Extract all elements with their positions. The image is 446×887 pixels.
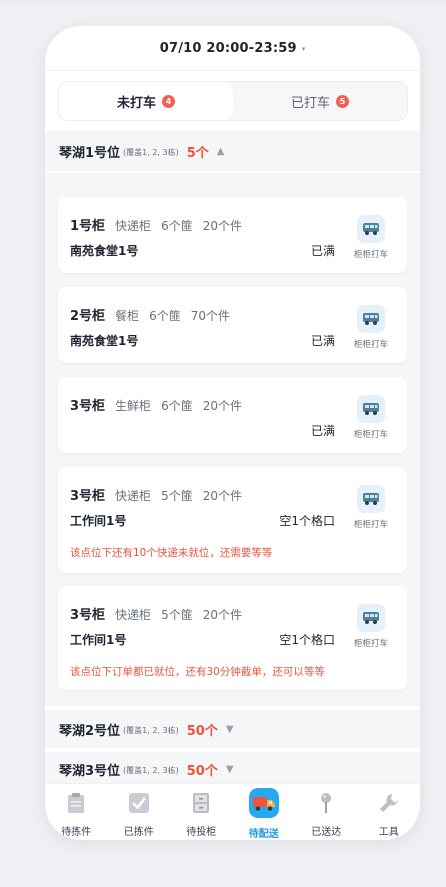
cabinet-card: 1号柜 快递柜 6个篚 20个件 南苑食堂1号 已满 柜柜打车 xyxy=(58,197,407,273)
call-vehicle-label: 柜柜打车 xyxy=(353,639,388,649)
cabinet-card: 3号柜 快递柜 5个篚 20个件 工作间1号 空1个格口 该点位下还有10个快递… xyxy=(58,467,407,573)
cabinet-items: 20个件 xyxy=(202,489,242,503)
tab-count-badge: 5 xyxy=(336,94,349,108)
cabinet-items: 70个件 xyxy=(190,309,230,323)
time-range-selector[interactable]: 07/10 20:00-23:59 ▾ xyxy=(45,26,420,71)
tabbar-label: 工具 xyxy=(378,827,399,838)
tabbar-item-picked[interactable]: 已拣件 xyxy=(108,784,171,840)
group-coverage: (覆盖1, 2, 3栋) xyxy=(123,147,179,157)
cabinet-card: 3号柜 快递柜 5个篚 20个件 工作间1号 空1个格口 该点位下订单都已就位，… xyxy=(58,586,407,690)
group-header[interactable]: 琴湖2号位 (覆盖1, 2, 3栋) 50个 ▼ xyxy=(45,706,420,748)
cabinet-type: 快递柜 xyxy=(115,608,152,622)
ride-status-tabs: 未打车 4 已打车 5 xyxy=(58,81,408,121)
cabinet-name: 3号柜 xyxy=(70,608,106,623)
call-vehicle-button[interactable]: 柜柜打车 xyxy=(351,215,391,260)
wrench-icon xyxy=(376,790,402,816)
tab-label: 未打车 xyxy=(116,95,156,111)
expand-arrow-icon[interactable]: ▼ xyxy=(226,764,234,775)
cabinet-status: 空1个格口 xyxy=(279,514,335,528)
cabinet-icon xyxy=(188,790,214,816)
tabbar-item-to-deposit[interactable]: 待投柜 xyxy=(170,784,233,840)
call-vehicle-button[interactable]: 柜柜打车 xyxy=(351,485,391,530)
cabinet-note: 该点位下还有10个快递未就位，还需要等等 xyxy=(70,547,273,559)
cabinet-note: 该点位下订单都已就位，还有30分钟截单，还可以等等 xyxy=(70,666,325,678)
clipboard-icon xyxy=(63,790,89,816)
tabbar-label: 待配送 xyxy=(248,829,279,840)
vehicle-icon xyxy=(357,485,385,513)
call-vehicle-label: 柜柜打车 xyxy=(353,430,388,440)
cabinet-name: 3号柜 xyxy=(70,489,106,504)
expand-arrow-icon[interactable]: ▼ xyxy=(226,724,234,735)
cabinet-status: 已满 xyxy=(310,244,335,258)
tabbar-item-to-deliver[interactable]: 待配送 xyxy=(233,784,296,840)
tabbar-label: 已拣件 xyxy=(123,827,154,838)
call-vehicle-label: 柜柜打车 xyxy=(353,340,388,350)
tab-label: 已打车 xyxy=(290,95,330,111)
tabbar-label: 待投柜 xyxy=(186,827,217,838)
call-vehicle-button[interactable]: 柜柜打车 xyxy=(351,604,391,649)
cabinet-type: 餐柜 xyxy=(115,309,140,323)
group-header[interactable]: 琴湖3号位 (覆盖1, 2, 3栋) 50个 ▼ xyxy=(45,750,420,786)
vehicle-icon xyxy=(357,215,385,243)
tab-count-badge: 4 xyxy=(162,94,175,108)
bottom-tab-bar: 待拣件 已拣件 待投柜 待配送 已送达 工具 xyxy=(45,783,420,840)
checkbox-icon xyxy=(126,790,152,816)
cabinet-status: 空1个格口 xyxy=(279,633,335,647)
caret-down-icon: ▾ xyxy=(301,45,306,53)
delivery-truck-icon xyxy=(248,788,279,818)
phone-frame: 07/10 20:00-23:59 ▾ 未打车 4 已打车 5 琴湖1号位 (覆… xyxy=(45,26,420,840)
cabinet-items: 20个件 xyxy=(202,608,242,622)
cabinet-type: 快递柜 xyxy=(115,219,152,233)
group-title: 琴湖3号位 xyxy=(59,763,121,779)
cabinet-location: 南苑食堂1号 xyxy=(70,244,139,258)
cabinet-slots: 6个篚 xyxy=(149,309,181,323)
cabinet-slots: 5个篚 xyxy=(161,608,193,622)
group-count: 50个 xyxy=(186,763,218,779)
vehicle-icon xyxy=(357,305,385,333)
call-vehicle-button[interactable]: 柜柜打车 xyxy=(351,395,391,440)
vehicle-icon xyxy=(357,604,385,632)
cabinet-slots: 5个篚 xyxy=(161,489,193,503)
pin-icon xyxy=(313,790,339,816)
group-title: 琴湖2号位 xyxy=(59,723,121,739)
cabinet-items: 20个件 xyxy=(202,399,242,413)
cabinet-status: 已满 xyxy=(310,424,335,438)
tabbar-label: 待拣件 xyxy=(61,827,92,838)
group-header[interactable]: 琴湖1号位 (覆盖1, 2, 3栋) 5个 ▲ xyxy=(45,131,420,171)
cabinet-name: 2号柜 xyxy=(70,309,106,324)
tab-called[interactable]: 已打车 5 xyxy=(233,82,407,120)
group-count: 5个 xyxy=(186,145,209,161)
tabbar-item-to-pick[interactable]: 待拣件 xyxy=(45,784,108,840)
cabinet-name: 3号柜 xyxy=(70,399,106,414)
call-vehicle-button[interactable]: 柜柜打车 xyxy=(351,305,391,350)
tabbar-item-delivered[interactable]: 已送达 xyxy=(295,784,358,840)
cabinet-status: 已满 xyxy=(310,334,335,348)
group-coverage: (覆盖1, 2, 3栋) xyxy=(123,725,179,735)
top-divider xyxy=(0,0,446,4)
cabinet-location: 南苑食堂1号 xyxy=(70,334,139,348)
cabinet-location: 工作间1号 xyxy=(70,514,127,528)
cabinet-slots: 6个篚 xyxy=(161,219,193,233)
tabbar-item-tools[interactable]: 工具 xyxy=(358,784,421,840)
cabinet-card: 3号柜 生鲜柜 6个篚 20个件 已满 柜柜打车 xyxy=(58,377,407,453)
group-title: 琴湖1号位 xyxy=(59,145,121,161)
group-coverage: (覆盖1, 2, 3栋) xyxy=(123,765,179,775)
call-vehicle-label: 柜柜打车 xyxy=(353,250,388,260)
tab-not-called[interactable]: 未打车 4 xyxy=(59,82,233,120)
vehicle-icon xyxy=(357,395,385,423)
cabinet-slots: 6个篚 xyxy=(161,399,193,413)
group-count: 50个 xyxy=(186,723,218,739)
cabinet-card: 2号柜 餐柜 6个篚 70个件 南苑食堂1号 已满 柜柜打车 xyxy=(58,287,407,363)
call-vehicle-label: 柜柜打车 xyxy=(353,520,388,530)
cabinet-location: 工作间1号 xyxy=(70,633,127,647)
time-range-text: 07/10 20:00-23:59 xyxy=(159,40,297,56)
cabinet-name: 1号柜 xyxy=(70,219,106,234)
tabbar-label: 已送达 xyxy=(311,827,342,838)
cabinet-items: 20个件 xyxy=(202,219,242,233)
cabinet-type: 快递柜 xyxy=(115,489,152,503)
cabinet-type: 生鲜柜 xyxy=(115,399,152,413)
collapse-arrow-icon[interactable]: ▲ xyxy=(217,146,225,157)
